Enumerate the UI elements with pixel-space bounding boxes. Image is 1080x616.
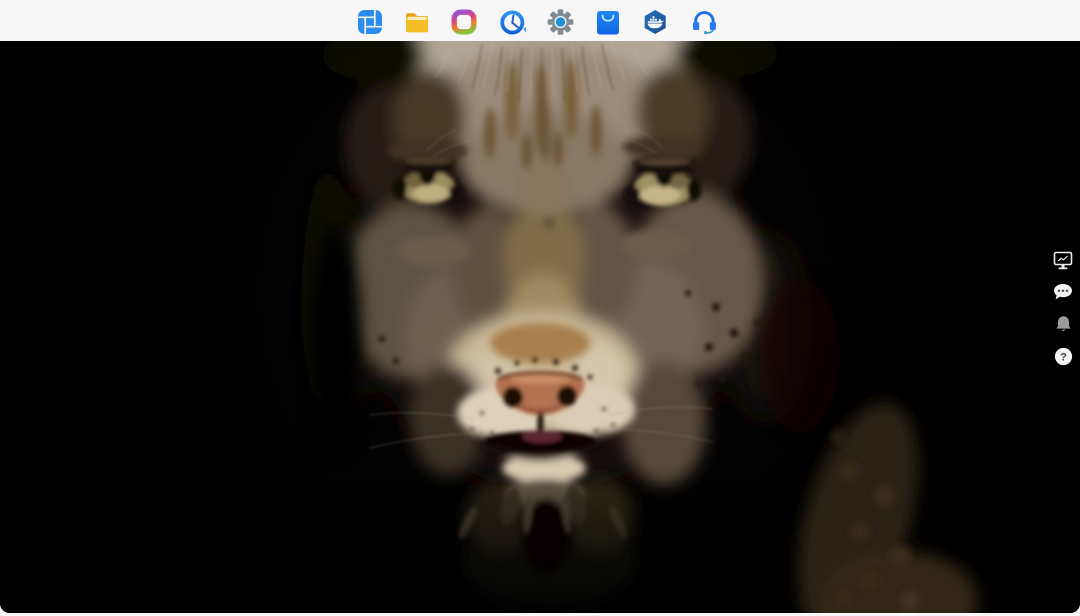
svg-text:?: ?: [1060, 351, 1067, 363]
